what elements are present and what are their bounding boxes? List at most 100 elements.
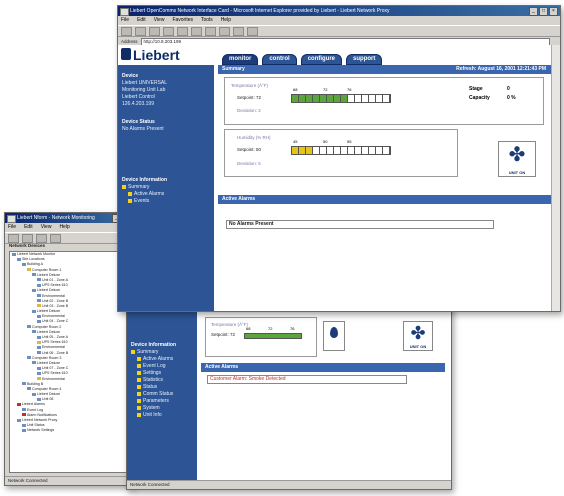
back-nav-item[interactable]: Settings	[131, 370, 176, 377]
gauge-segment	[355, 147, 362, 154]
menu-help[interactable]: Help	[221, 16, 231, 25]
back-nav-item[interactable]: Statistics	[131, 377, 176, 384]
tab-control[interactable]: control	[262, 54, 297, 65]
back-nav-item[interactable]: Active Alarms	[131, 356, 176, 363]
address-label: Address	[121, 39, 138, 44]
back-nav-item[interactable]: System	[131, 405, 176, 412]
tree-item-label: Environmental	[42, 376, 65, 381]
tree-item-label: Building A	[27, 262, 43, 267]
menu-help[interactable]: Help	[59, 223, 69, 232]
back-nav-label: Parameters	[143, 398, 169, 404]
gauge-segment	[320, 95, 327, 102]
menu-view[interactable]: View	[154, 16, 165, 25]
tab-support[interactable]: support	[346, 54, 383, 65]
folder-icon	[131, 349, 135, 354]
device-section: Device Liebert UNIVERSAL Monitoring Unit…	[122, 73, 167, 108]
tree-item-label: Computer Room 3	[32, 355, 62, 360]
menu-edit[interactable]: Edit	[24, 223, 33, 232]
tree-node-icon	[17, 402, 21, 406]
tree-item-label: Liebert Deluxe	[37, 329, 61, 334]
temperature-gauge	[291, 94, 391, 103]
menu-tools[interactable]: Tools	[201, 16, 213, 25]
back-temp-setpoint: Setpoint: 72	[211, 332, 236, 337]
gauge-segment	[327, 147, 334, 154]
back-nav-item[interactable]: Parameters	[131, 398, 176, 405]
back-nav-item[interactable]: Unit Info	[131, 412, 176, 419]
history-icon[interactable]	[219, 26, 230, 36]
nav-events[interactable]: Events	[122, 198, 167, 205]
tree-item-label: Event Log	[27, 407, 44, 412]
front-titlebar[interactable]: Liebert OpenComms Network Interface Card…	[118, 6, 560, 16]
back-scale-high: 76	[290, 326, 295, 331]
back-nav-label: System	[143, 405, 160, 411]
back-temp-gauge	[244, 333, 302, 339]
tab-configure[interactable]: configure	[300, 54, 343, 65]
tree-item-label: Environmental	[42, 314, 65, 319]
gauge-segment	[369, 95, 376, 102]
menu-favorites[interactable]: Favorites	[172, 16, 193, 25]
vertical-scrollbar[interactable]	[551, 45, 560, 311]
stop-icon[interactable]	[149, 26, 160, 36]
tree-item[interactable]: Network Settings	[10, 428, 128, 433]
minimize-icon[interactable]: _	[529, 7, 538, 16]
menu-file[interactable]: File	[8, 223, 16, 232]
print-icon[interactable]	[247, 26, 258, 36]
tab-monitor[interactable]: monitor	[222, 54, 259, 65]
refresh-icon[interactable]	[163, 26, 174, 36]
front-browser-window[interactable]: Liebert OpenComms Network Interface Card…	[117, 5, 561, 312]
back-browser-window[interactable]: Device Information Summary Active Alarms E…	[126, 296, 452, 490]
front-browser-content: Liebert Device Liebert UNIVERSAL Monitor…	[118, 45, 560, 311]
gauge-segment	[320, 147, 327, 154]
tree-item-label: Computer Room 4	[32, 386, 62, 391]
folder-icon	[128, 191, 132, 196]
tree-item-label: UPS Series 610	[42, 283, 68, 288]
nav-active-alarms[interactable]: Active Alarms	[122, 191, 167, 198]
back-nav-item[interactable]: Status	[131, 384, 176, 391]
back-nav-item[interactable]: Event Log	[131, 363, 176, 370]
tree-menubar: File Edit View Help	[5, 223, 133, 232]
back-icon[interactable]	[8, 233, 19, 243]
back-nav-label: Summary	[137, 349, 159, 355]
tree-window-titlebar[interactable]: Liebert Nform - Network Monitoring _×	[5, 213, 133, 223]
tree-item-label: Unit 02 - Zone B	[42, 298, 69, 303]
maximize-icon[interactable]: □	[539, 7, 548, 16]
device-line-4: 126.4.203.199	[122, 101, 154, 107]
forward-icon[interactable]	[135, 26, 146, 36]
back-nav-label: Comm Status	[143, 391, 174, 397]
back-nav-item[interactable]: Summary	[131, 349, 176, 356]
folder-icon	[137, 363, 141, 368]
menu-file[interactable]: File	[121, 16, 129, 25]
device-tree[interactable]: Liebert Network Monitor Site Locations Bui…	[9, 251, 129, 473]
gauge-segment	[341, 95, 348, 102]
nav-summary[interactable]: Summary	[122, 184, 167, 191]
home-icon[interactable]	[177, 26, 188, 36]
temperature-title: Temperature (Â°F)	[231, 83, 269, 88]
network-tree-window[interactable]: Liebert Nform - Network Monitoring _× Fi…	[4, 212, 134, 486]
refresh-icon[interactable]	[22, 233, 33, 243]
tree-item-label: Liebert Deluxe	[37, 288, 61, 293]
stage-value: 0	[507, 86, 510, 92]
tree-item-label: Unit Status	[27, 423, 45, 428]
back-nav-label: Active Alarms	[143, 356, 174, 362]
close-icon[interactable]: ×	[549, 7, 558, 16]
tree-item-label: Unit 06 - Zone B	[42, 350, 69, 355]
mail-icon[interactable]	[233, 26, 244, 36]
menu-edit[interactable]: Edit	[137, 16, 146, 25]
tree-node-icon	[37, 314, 41, 318]
search-icon[interactable]	[191, 26, 202, 36]
delete-icon[interactable]	[50, 233, 61, 243]
ie-icon	[120, 8, 129, 16]
back-nav-label: Settings	[143, 370, 162, 376]
folder-icon	[137, 412, 141, 417]
properties-icon[interactable]	[36, 233, 47, 243]
menu-view[interactable]: View	[41, 223, 52, 232]
favorites-icon[interactable]	[205, 26, 216, 36]
back-scale-low: 68	[246, 326, 251, 331]
tree-node-icon	[22, 382, 26, 386]
back-icon[interactable]	[121, 26, 132, 36]
back-nav-item[interactable]: Comm Status	[131, 391, 176, 398]
device-line-1: Liebert UNIVERSAL	[122, 80, 168, 86]
tree-node-icon	[37, 397, 41, 401]
tree-node-icon	[37, 278, 41, 282]
gauge-segment	[334, 95, 341, 102]
